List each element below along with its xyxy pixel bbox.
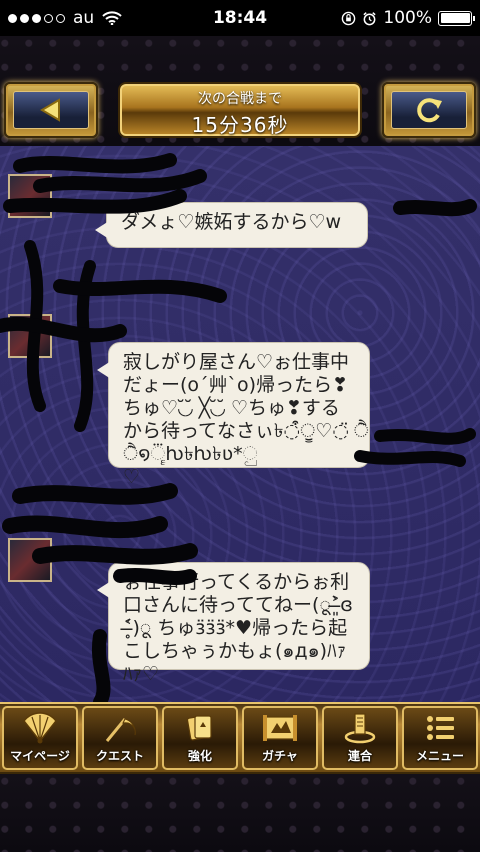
rotation-lock-icon — [342, 11, 356, 25]
list-icon — [427, 716, 454, 740]
timer-label: 次の合戦まで — [198, 91, 282, 107]
menu-label: 連合 — [347, 749, 372, 763]
banner-icon — [344, 713, 376, 744]
menu-label: マイページ — [10, 749, 70, 763]
menu-label: ガチャ — [262, 749, 298, 763]
avatar[interactable] — [8, 314, 52, 358]
message-text: ダメょ♡嫉妬するから♡w — [121, 211, 342, 233]
chat-bubble: 寂しがり屋さん♡ぉ仕事中だょー(o´艸`o)帰ったら❣ちゅ♡◟̆◞̆ ╳◟̆◞̆… — [97, 342, 370, 488]
menu-label: 強化 — [187, 749, 212, 763]
back-arrow-icon — [40, 98, 60, 122]
chat-area[interactable]: ダメょ♡嫉妬するから♡w 寂しがり屋さん♡ぉ仕事中だょー(o´艸`o)帰ったら❣… — [0, 146, 480, 702]
status-bar: au 18:44 100% — [0, 0, 480, 36]
menu-label: クエスト — [95, 749, 144, 763]
scroll-icon — [263, 715, 297, 741]
cards-icon — [186, 715, 212, 741]
menu-quest[interactable]: クエスト — [82, 706, 158, 770]
fan-icon — [23, 712, 57, 744]
back-button[interactable] — [4, 82, 98, 138]
status-right: 100% — [341, 0, 475, 36]
menu-menu[interactable]: メニュー — [402, 706, 478, 770]
menu-mypage[interactable]: マイページ — [2, 706, 78, 770]
timer-value: 15分36秒 — [191, 113, 289, 137]
bottom-background — [0, 774, 480, 852]
bottom-menu: マイページ クエスト 強化 ガチャ 連合 メニュー — [0, 702, 480, 774]
battery-icon — [438, 10, 475, 26]
refresh-icon — [417, 98, 442, 123]
refresh-button-face — [391, 91, 467, 129]
chat-bubble: ダメょ♡嫉妬するから♡w — [95, 202, 368, 248]
battery-percent: 100% — [383, 8, 432, 28]
avatar[interactable] — [8, 538, 52, 582]
menu-alliance[interactable]: 連合 — [322, 706, 398, 770]
battle-timer: 次の合戦まで 15分36秒 — [118, 82, 362, 138]
avatar[interactable] — [8, 174, 52, 218]
menu-enhance[interactable]: 強化 — [162, 706, 238, 770]
chat-bubble: ぉ仕事行ってくるからぉ利口さんに待っててねー(ू˃̶͈̀ɞ˂̶̥́)ू ちゅӟӟ… — [97, 562, 370, 685]
message-text: ぉ仕事行ってくるからぉ利口さんに待っててねー(ू˃̶͈̀ɞ˂̶̥́)ू ちゅӟӟ… — [123, 571, 353, 685]
alarm-icon — [363, 11, 377, 25]
menu-gacha[interactable]: ガチャ — [242, 706, 318, 770]
menu-label: メニュー — [415, 749, 464, 763]
back-button-face — [13, 91, 89, 129]
scythe-icon — [105, 718, 136, 742]
refresh-button[interactable] — [382, 82, 476, 138]
app-screen: au 18:44 100% 次の合戦まで 15分36秒 ダメょ♡嫉妬するから♡w… — [0, 0, 480, 852]
message-text: 寂しがり屋さん♡ぉ仕事中だょー(o´艸`o)帰ったら❣ちゅ♡◟̆◞̆ ╳◟̆◞̆… — [123, 351, 350, 488]
battery-fill — [440, 13, 470, 23]
